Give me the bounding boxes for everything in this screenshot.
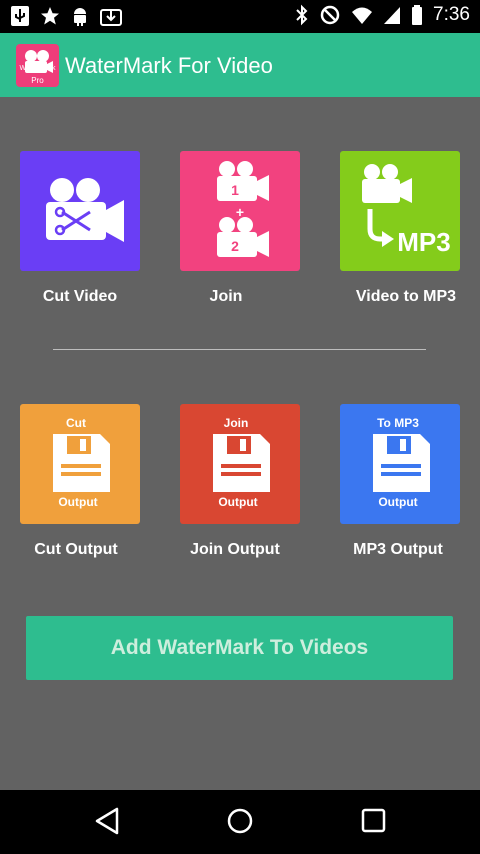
svg-text:Cut: Cut <box>66 416 86 430</box>
cut-output-icon: Cut Output <box>53 416 110 509</box>
join-tile[interactable]: 1 + 2 <box>180 151 300 271</box>
usb-icon <box>10 5 30 27</box>
logo-bottom-text: Pro <box>31 76 44 85</box>
star-icon <box>40 6 60 26</box>
video-to-mp3-label: Video to MP3 <box>355 288 457 305</box>
divider <box>53 349 426 350</box>
video-to-mp3-tile[interactable]: MP3 <box>340 151 460 271</box>
no-disturb-icon <box>319 4 341 26</box>
join-label: Join <box>209 288 243 305</box>
wifi-icon <box>351 5 373 25</box>
join-output-icon: Join Output <box>213 416 270 509</box>
video-to-mp3-icon: MP3 <box>362 164 451 257</box>
app-logo: Water Mark Pro <box>16 44 59 87</box>
cut-video-label: Cut Video <box>42 288 118 305</box>
status-time: 7:36 <box>433 4 470 25</box>
mp3-output-icon: To MP3 Output <box>373 416 430 509</box>
bluetooth-icon <box>295 4 309 26</box>
svg-text:2: 2 <box>231 238 239 254</box>
main-content: Cut Video 1 + 2 Join MP3 Video to MP3 Cu… <box>0 97 480 790</box>
status-bar: 7:36 <box>0 0 480 33</box>
mp3-output-label: MP3 Output <box>353 541 443 558</box>
cut-output-label: Cut Output <box>34 541 118 558</box>
svg-text:Join: Join <box>224 416 249 430</box>
android-icon <box>70 5 90 27</box>
svg-text:Output: Output <box>58 495 97 509</box>
join-output-tile[interactable]: Join Output <box>180 404 300 524</box>
battery-icon <box>411 4 423 26</box>
cut-video-tile[interactable] <box>20 151 140 271</box>
svg-text:MP3: MP3 <box>397 227 450 257</box>
signal-icon <box>383 5 401 25</box>
join-video-icon: 1 + 2 <box>217 161 269 257</box>
back-icon[interactable] <box>93 806 121 841</box>
svg-text:To MP3: To MP3 <box>377 416 419 430</box>
svg-text:Output: Output <box>218 495 257 509</box>
mp3-output-tile[interactable]: To MP3 Output <box>340 404 460 524</box>
download-icon <box>100 6 122 26</box>
svg-text:1: 1 <box>231 182 239 198</box>
app-bar: Water Mark Pro WaterMark For Video <box>0 33 480 97</box>
app-title: WaterMark For Video <box>65 53 273 78</box>
svg-text:Output: Output <box>378 495 417 509</box>
recents-icon[interactable] <box>360 806 388 841</box>
add-watermark-button[interactable]: Add WaterMark To Videos <box>26 616 453 680</box>
cut-video-icon <box>46 178 124 242</box>
cut-output-tile[interactable]: Cut Output <box>20 404 140 524</box>
join-output-label: Join Output <box>190 541 280 558</box>
home-icon[interactable] <box>226 806 254 841</box>
navigation-bar <box>0 790 480 854</box>
logo-top-text: Water Mark <box>19 65 56 72</box>
